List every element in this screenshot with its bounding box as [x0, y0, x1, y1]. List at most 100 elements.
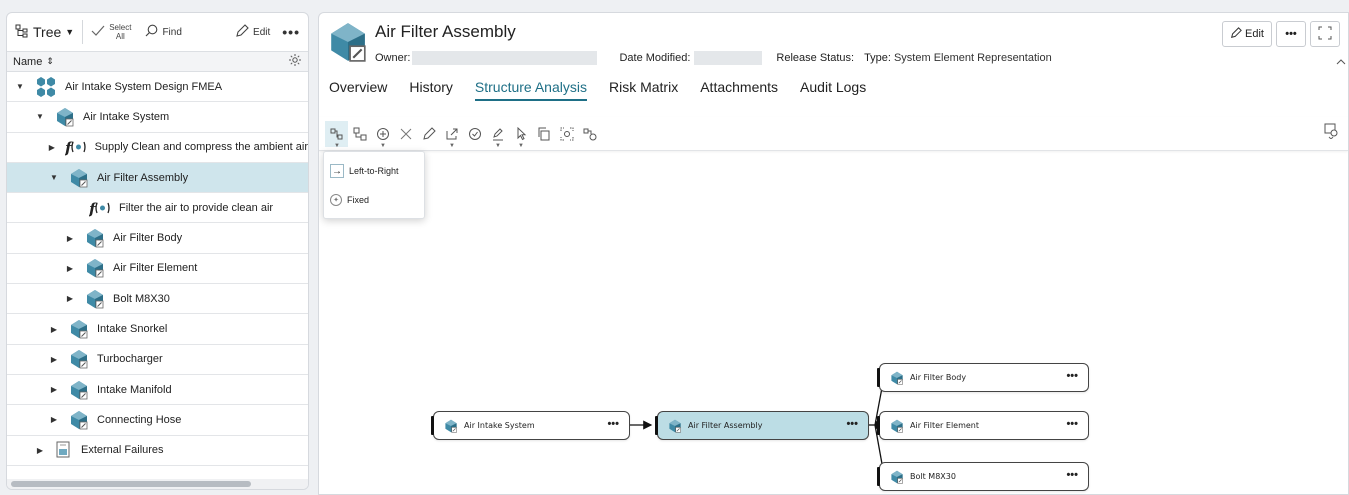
system-element-icon — [55, 107, 75, 127]
menu-item-label: Fixed — [347, 195, 370, 205]
tree-list: ▼ Air Intake System Design FMEA ▼ Air Intak… — [7, 72, 308, 466]
node-label: Air Intake System — [464, 421, 535, 430]
document-icon — [55, 441, 73, 459]
system-element-icon — [69, 168, 89, 188]
menu-item-label: Left-to-Right — [349, 166, 399, 176]
tree-item-label: Supply Clean and compress the ambient ai… — [94, 141, 308, 154]
tree-item[interactable]: ▼ Air Intake System — [7, 102, 308, 133]
tree-item-label: Air Filter Assembly — [97, 171, 189, 184]
tree-item-label: Filter the air to provide clean air — [119, 201, 274, 214]
checkmark-icon — [91, 25, 105, 40]
system-element-icon — [890, 470, 904, 484]
node-label: Air Filter Element — [910, 421, 980, 430]
fixed-icon: ✦ — [330, 194, 342, 206]
structure-diagram: Air Intake System ••• Air Filter Assembl… — [319, 13, 1348, 494]
select-all-button[interactable]: Select All — [91, 23, 131, 41]
gear-icon[interactable] — [288, 53, 302, 70]
tree-item[interactable]: ▼ Air Filter Assembly — [7, 162, 308, 194]
node-label: Bolt M8X30 — [910, 472, 956, 481]
sort-icon: ⇕ — [46, 56, 54, 66]
tree-item[interactable]: ▶ Bolt M8X30 — [7, 284, 308, 315]
find-label: Find — [162, 26, 182, 38]
expand-caret-icon[interactable]: ▶ — [63, 264, 77, 273]
system-element-icon — [890, 371, 904, 385]
node-label: Air Filter Assembly — [688, 421, 763, 430]
node-label: Air Filter Body — [910, 373, 967, 382]
tree-item[interactable]: ▶ Intake Manifold — [7, 375, 308, 406]
expand-caret-icon[interactable]: ▶ — [47, 355, 61, 364]
expand-caret-icon[interactable]: ▶ — [47, 143, 57, 152]
tree-item[interactable]: ▶ f Supply Clean and compress the ambient … — [7, 133, 308, 163]
expand-caret-icon[interactable]: ▶ — [33, 446, 47, 455]
node-more-button[interactable]: ••• — [1066, 418, 1078, 430]
tree-item[interactable]: ▶ External Failures — [7, 436, 308, 466]
chevron-down-icon: ▼ — [65, 27, 75, 37]
tree-view-dropdown[interactable]: Tree ▼ — [15, 24, 74, 41]
node-more-button[interactable]: ••• — [607, 418, 619, 430]
tree-item[interactable]: ▶ Turbocharger — [7, 345, 308, 375]
arrow-right-icon: → — [330, 164, 344, 178]
collapse-caret-icon[interactable]: ▼ — [33, 112, 47, 121]
horizontal-scrollbar[interactable] — [7, 479, 308, 489]
expand-caret-icon[interactable]: ▶ — [47, 415, 61, 424]
diagram-node-air-filter-assembly[interactable]: Air Filter Assembly ••• — [655, 411, 869, 440]
system-element-icon — [668, 419, 682, 433]
collapse-caret-icon[interactable]: ▼ — [13, 82, 27, 91]
tree-item[interactable]: ▶ Intake Snorkel — [7, 314, 308, 345]
diagram-node-air-filter-element[interactable]: Air Filter Element ••• — [877, 411, 1089, 440]
node-more-button[interactable]: ••• — [1066, 370, 1078, 382]
system-element-icon — [85, 289, 105, 309]
edit-label: Edit — [253, 26, 271, 38]
tree-item-label: Turbocharger — [97, 353, 163, 366]
tree-item-label: Intake Snorkel — [97, 323, 168, 336]
find-button[interactable]: Find — [145, 24, 182, 40]
tree-more-button[interactable]: ••• — [282, 24, 300, 40]
tree-item-label: External Failures — [81, 444, 164, 457]
name-column-header[interactable]: Name ⇕ — [7, 52, 308, 72]
select-all-label-line1: Select — [109, 23, 132, 32]
layout-dropdown-menu: → Left-to-Right ✦ Fixed — [323, 151, 425, 219]
system-element-icon — [69, 319, 89, 339]
system-element-icon — [69, 380, 89, 400]
select-all-label-line2: All — [115, 32, 125, 41]
tree-toolbar: Tree ▼ Select All Find Edit ••• — [7, 13, 308, 52]
tree-item[interactable]: ▶ Air Filter Element — [7, 254, 308, 285]
pencil-icon — [235, 23, 249, 41]
tree-item-label: Air Filter Element — [113, 262, 198, 275]
tree-item[interactable]: ▶ Air Filter Body — [7, 223, 308, 254]
tree-item[interactable]: ▶ Connecting Hose — [7, 405, 308, 436]
system-element-icon — [444, 419, 458, 433]
tree-item-label: Intake Manifold — [97, 383, 172, 396]
system-element-icon — [69, 410, 89, 430]
tree-icon — [15, 24, 29, 41]
tree-panel: Tree ▼ Select All Find Edit ••• Name ⇕ ▼… — [6, 12, 309, 490]
column-header-label: Name — [13, 55, 43, 68]
expand-caret-icon[interactable]: ▶ — [63, 234, 77, 243]
menu-item-fixed[interactable]: ✦ Fixed — [330, 194, 369, 206]
diagram-node-air-intake-system[interactable]: Air Intake System ••• — [431, 411, 630, 440]
diagram-node-air-filter-body[interactable]: Air Filter Body ••• — [877, 363, 1089, 392]
expand-caret-icon[interactable]: ▶ — [63, 294, 77, 303]
tree-view-label: Tree — [33, 24, 62, 40]
node-port — [877, 416, 880, 435]
expand-caret-icon[interactable]: ▶ — [47, 325, 61, 334]
collapse-caret-icon[interactable]: ▼ — [47, 173, 61, 182]
system-element-icon — [85, 228, 105, 248]
tree-item-label: Air Intake System — [83, 110, 170, 123]
tree-item[interactable]: f Filter the air to provide clean air — [7, 193, 308, 224]
node-more-button[interactable]: ••• — [1066, 469, 1078, 481]
function-icon: f — [89, 199, 111, 217]
scrollbar-thumb[interactable] — [11, 481, 251, 487]
tree-item[interactable]: ▼ Air Intake System Design FMEA — [7, 72, 308, 103]
system-element-icon — [85, 258, 105, 278]
expand-caret-icon[interactable]: ▶ — [47, 385, 61, 394]
tree-item-label: Air Filter Body — [113, 232, 183, 245]
tree-item-label: Connecting Hose — [97, 413, 182, 426]
fmea-icon — [35, 76, 57, 98]
node-more-button[interactable]: ••• — [846, 418, 858, 430]
diagram-node-bolt-m8x30[interactable]: Bolt M8X30 ••• — [877, 462, 1089, 491]
tree-item-label: Air Intake System Design FMEA — [65, 80, 223, 93]
system-element-icon — [69, 349, 89, 369]
tree-edit-button[interactable]: Edit — [235, 23, 271, 41]
menu-item-left-to-right[interactable]: → Left-to-Right — [330, 164, 399, 178]
